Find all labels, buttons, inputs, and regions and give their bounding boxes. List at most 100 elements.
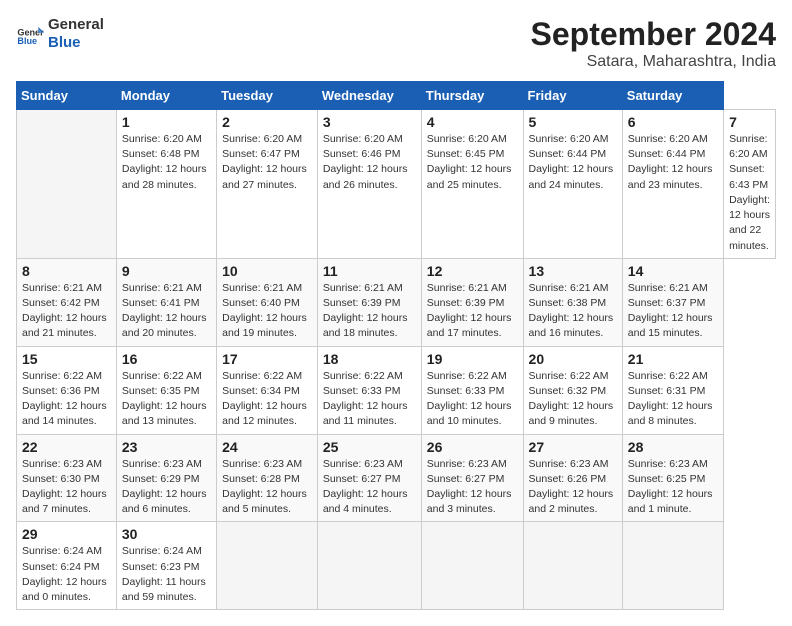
day-number: 7 [729, 114, 770, 130]
day-cell: 10Sunrise: 6:21 AMSunset: 6:40 PMDayligh… [217, 258, 318, 346]
day-detail: Sunrise: 6:22 AMSunset: 6:34 PMDaylight:… [222, 369, 312, 430]
day-number: 29 [22, 526, 111, 542]
week-row-4: 29Sunrise: 6:24 AMSunset: 6:24 PMDayligh… [17, 522, 776, 610]
header-day-saturday: Saturday [622, 82, 723, 110]
day-detail: Sunrise: 6:22 AMSunset: 6:33 PMDaylight:… [427, 369, 518, 430]
day-number: 8 [22, 263, 111, 279]
day-cell: 17 Sunrise: 6:22 AMSunset: 6:34 PMDayligh… [217, 346, 318, 434]
day-cell [17, 110, 117, 259]
day-cell: 3 Sunrise: 6:20 AMSunset: 6:46 PMDaylight… [317, 110, 421, 259]
day-number: 22 [22, 439, 111, 455]
day-number: 6 [628, 114, 718, 130]
day-cell [622, 522, 723, 610]
day-number: 27 [529, 439, 617, 455]
day-cell: 5 Sunrise: 6:20 AMSunset: 6:44 PMDaylight… [523, 110, 622, 259]
day-detail: Sunrise: 6:22 AMSunset: 6:33 PMDaylight:… [323, 369, 416, 430]
day-detail: Sunrise: 6:21 AMSunset: 6:37 PMDaylight:… [628, 281, 718, 342]
day-cell: 18Sunrise: 6:22 AMSunset: 6:33 PMDayligh… [317, 346, 421, 434]
day-number: 3 [323, 114, 416, 130]
day-number: 14 [628, 263, 718, 279]
header-day-friday: Friday [523, 82, 622, 110]
day-detail: Sunrise: 6:21 AMSunset: 6:39 PMDaylight:… [323, 281, 416, 342]
logo: General Blue General Blue [16, 16, 104, 52]
calendar-title: September 2024 [531, 16, 776, 53]
day-detail: Sunrise: 6:21 AMSunset: 6:40 PMDaylight:… [222, 281, 312, 342]
day-number: 21 [628, 351, 718, 367]
day-detail: Sunrise: 6:20 AMSunset: 6:43 PMDaylight:… [729, 132, 770, 254]
day-cell: 22 Sunrise: 6:23 AMSunset: 6:30 PMDayligh… [17, 434, 117, 522]
day-number: 26 [427, 439, 518, 455]
week-row-0: 1 Sunrise: 6:20 AMSunset: 6:48 PMDaylight… [17, 110, 776, 259]
day-number: 13 [529, 263, 617, 279]
day-number: 1 [122, 114, 211, 130]
day-number: 15 [22, 351, 111, 367]
day-number: 17 [222, 351, 312, 367]
day-cell: 12 Sunrise: 6:21 AMSunset: 6:39 PMDayligh… [421, 258, 523, 346]
day-cell: 15 Sunrise: 6:22 AMSunset: 6:36 PMDayligh… [17, 346, 117, 434]
day-number: 11 [323, 263, 416, 279]
day-detail: Sunrise: 6:20 AMSunset: 6:44 PMDaylight:… [529, 132, 617, 193]
day-cell: 4 Sunrise: 6:20 AMSunset: 6:45 PMDaylight… [421, 110, 523, 259]
day-cell [523, 522, 622, 610]
title-area: September 2024 Satara, Maharashtra, Indi… [531, 16, 776, 71]
day-detail: Sunrise: 6:21 AMSunset: 6:39 PMDaylight:… [427, 281, 518, 342]
header: General Blue General Blue September 2024… [16, 16, 776, 71]
day-detail: Sunrise: 6:23 AMSunset: 6:27 PMDaylight:… [323, 457, 416, 518]
week-row-1: 8 Sunrise: 6:21 AMSunset: 6:42 PMDaylight… [17, 258, 776, 346]
logo-blue: Blue [48, 34, 104, 52]
day-number: 12 [427, 263, 518, 279]
calendar-table: SundayMondayTuesdayWednesdayThursdayFrid… [16, 81, 776, 610]
week-row-2: 15 Sunrise: 6:22 AMSunset: 6:36 PMDayligh… [17, 346, 776, 434]
day-detail: Sunrise: 6:23 AMSunset: 6:26 PMDaylight:… [529, 457, 617, 518]
day-detail: Sunrise: 6:20 AMSunset: 6:46 PMDaylight:… [323, 132, 416, 193]
day-cell: 6Sunrise: 6:20 AMSunset: 6:44 PMDaylight… [622, 110, 723, 259]
day-detail: Sunrise: 6:23 AMSunset: 6:28 PMDaylight:… [222, 457, 312, 518]
day-cell: 20 Sunrise: 6:22 AMSunset: 6:32 PMDayligh… [523, 346, 622, 434]
day-detail: Sunrise: 6:20 AMSunset: 6:45 PMDaylight:… [427, 132, 518, 193]
day-cell [317, 522, 421, 610]
day-cell: 30Sunrise: 6:24 AMSunset: 6:23 PMDayligh… [116, 522, 216, 610]
day-cell: 7 Sunrise: 6:20 AMSunset: 6:43 PMDaylight… [724, 110, 776, 259]
day-cell: 13Sunrise: 6:21 AMSunset: 6:38 PMDayligh… [523, 258, 622, 346]
day-cell: 11 Sunrise: 6:21 AMSunset: 6:39 PMDayligh… [317, 258, 421, 346]
day-cell: 9Sunrise: 6:21 AMSunset: 6:41 PMDaylight… [116, 258, 216, 346]
header-row: SundayMondayTuesdayWednesdayThursdayFrid… [17, 82, 776, 110]
day-cell: 8 Sunrise: 6:21 AMSunset: 6:42 PMDaylight… [17, 258, 117, 346]
day-cell: 28Sunrise: 6:23 AMSunset: 6:25 PMDayligh… [622, 434, 723, 522]
day-detail: Sunrise: 6:21 AMSunset: 6:42 PMDaylight:… [22, 281, 111, 342]
day-number: 23 [122, 439, 211, 455]
day-number: 24 [222, 439, 312, 455]
day-number: 19 [427, 351, 518, 367]
day-number: 2 [222, 114, 312, 130]
day-detail: Sunrise: 6:22 AMSunset: 6:32 PMDaylight:… [529, 369, 617, 430]
day-detail: Sunrise: 6:22 AMSunset: 6:36 PMDaylight:… [22, 369, 111, 430]
day-cell: 16 Sunrise: 6:22 AMSunset: 6:35 PMDayligh… [116, 346, 216, 434]
day-detail: Sunrise: 6:22 AMSunset: 6:31 PMDaylight:… [628, 369, 718, 430]
day-detail: Sunrise: 6:24 AMSunset: 6:23 PMDaylight:… [122, 544, 211, 605]
day-cell: 26 Sunrise: 6:23 AMSunset: 6:27 PMDayligh… [421, 434, 523, 522]
day-number: 20 [529, 351, 617, 367]
day-number: 4 [427, 114, 518, 130]
day-detail: Sunrise: 6:20 AMSunset: 6:48 PMDaylight:… [122, 132, 211, 193]
day-cell [217, 522, 318, 610]
day-number: 16 [122, 351, 211, 367]
day-number: 5 [529, 114, 617, 130]
day-cell: 21 Sunrise: 6:22 AMSunset: 6:31 PMDayligh… [622, 346, 723, 434]
logo-icon: General Blue [16, 20, 44, 48]
header-day-thursday: Thursday [421, 82, 523, 110]
header-day-tuesday: Tuesday [217, 82, 318, 110]
day-cell: 29Sunrise: 6:24 AMSunset: 6:24 PMDayligh… [17, 522, 117, 610]
day-number: 28 [628, 439, 718, 455]
day-detail: Sunrise: 6:23 AMSunset: 6:27 PMDaylight:… [427, 457, 518, 518]
svg-text:Blue: Blue [17, 36, 37, 46]
header-day-wednesday: Wednesday [317, 82, 421, 110]
day-detail: Sunrise: 6:23 AMSunset: 6:30 PMDaylight:… [22, 457, 111, 518]
header-day-sunday: Sunday [17, 82, 117, 110]
day-cell: 25Sunrise: 6:23 AMSunset: 6:27 PMDayligh… [317, 434, 421, 522]
day-cell: 14 Sunrise: 6:21 AMSunset: 6:37 PMDayligh… [622, 258, 723, 346]
day-number: 9 [122, 263, 211, 279]
day-cell: 2Sunrise: 6:20 AMSunset: 6:47 PMDaylight… [217, 110, 318, 259]
day-cell: 27 Sunrise: 6:23 AMSunset: 6:26 PMDayligh… [523, 434, 622, 522]
day-detail: Sunrise: 6:22 AMSunset: 6:35 PMDaylight:… [122, 369, 211, 430]
day-cell: 24 Sunrise: 6:23 AMSunset: 6:28 PMDayligh… [217, 434, 318, 522]
